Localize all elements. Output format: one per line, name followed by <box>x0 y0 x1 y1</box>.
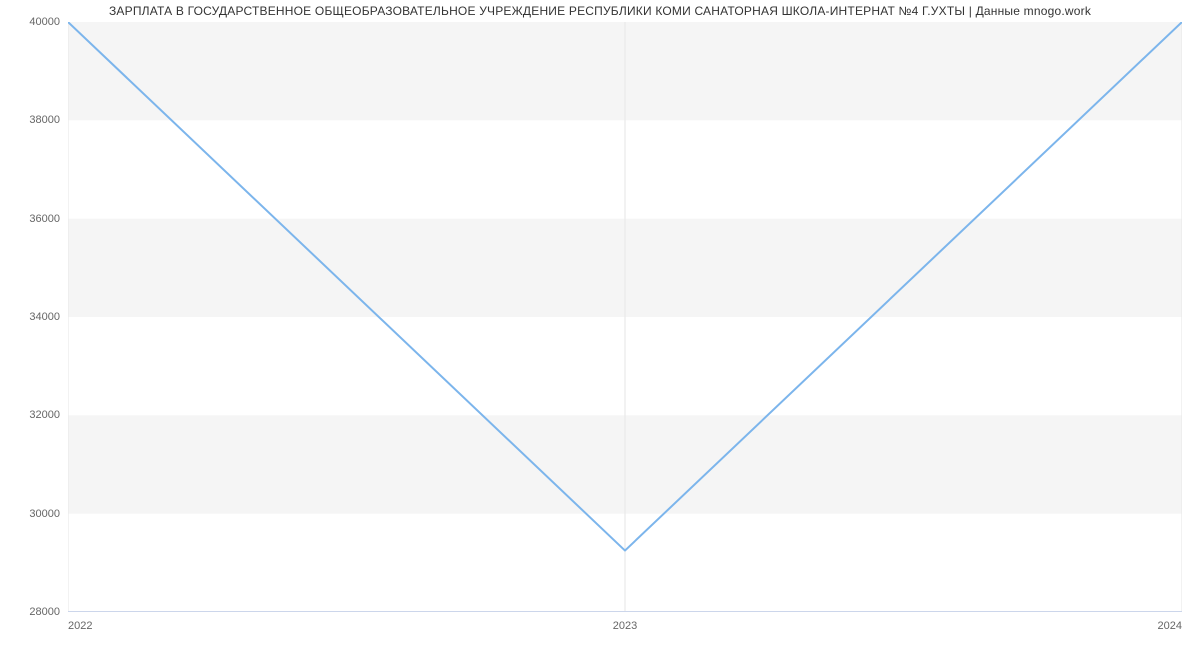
chart-container: ЗАРПЛАТА В ГОСУДАРСТВЕННОЕ ОБЩЕОБРАЗОВАТ… <box>0 0 1200 650</box>
y-tick-label: 38000 <box>0 114 60 126</box>
x-tick-label: 2023 <box>613 620 637 632</box>
y-tick-label: 36000 <box>0 213 60 225</box>
y-tick-label: 28000 <box>0 606 60 618</box>
plot-area <box>68 22 1182 612</box>
x-tick-label: 2022 <box>68 620 92 632</box>
chart-svg <box>68 22 1182 612</box>
chart-title: ЗАРПЛАТА В ГОСУДАРСТВЕННОЕ ОБЩЕОБРАЗОВАТ… <box>10 4 1190 18</box>
x-tick-label: 2024 <box>1158 620 1182 632</box>
y-tick-label: 40000 <box>0 16 60 28</box>
y-tick-label: 34000 <box>0 311 60 323</box>
y-tick-label: 32000 <box>0 409 60 421</box>
y-tick-label: 30000 <box>0 508 60 520</box>
